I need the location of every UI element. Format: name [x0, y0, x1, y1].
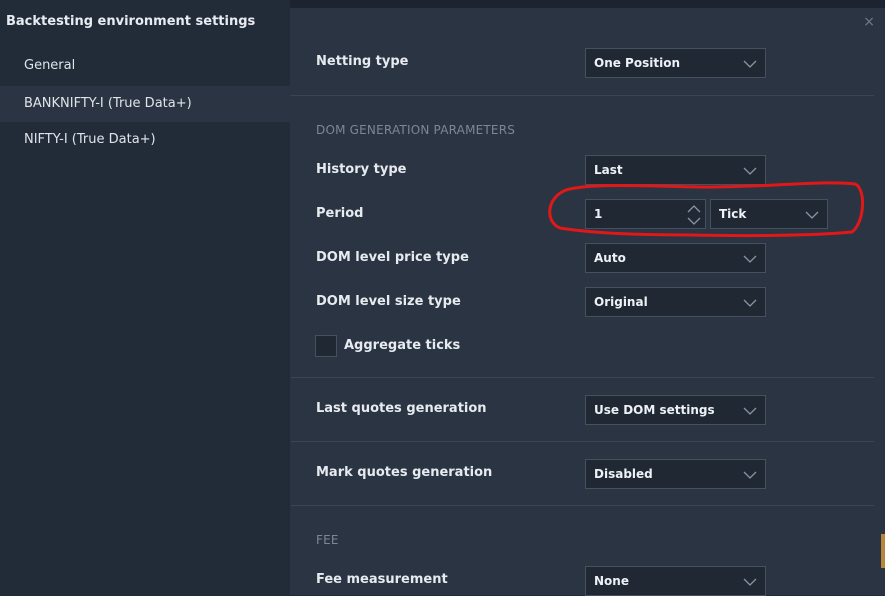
mark-quotes-value: Disabled — [594, 467, 653, 481]
mark-quotes-dropdown[interactable]: Disabled — [585, 459, 766, 489]
divider — [291, 377, 874, 378]
aggregate-ticks-label: Aggregate ticks — [344, 338, 461, 353]
period-unit-dropdown[interactable]: Tick — [710, 199, 828, 229]
sidebar-item-general[interactable]: General — [0, 48, 290, 84]
window-title: Backtesting environment settings — [6, 14, 256, 29]
sidebar: Backtesting environment settings General… — [0, 0, 290, 595]
divider — [291, 505, 874, 506]
chevron-down-icon — [805, 211, 819, 219]
dom-size-type-label: DOM level size type — [316, 294, 461, 309]
dom-price-type-value: Auto — [594, 251, 626, 265]
history-type-dropdown[interactable]: Last — [585, 155, 766, 185]
chevron-down-icon — [743, 471, 757, 479]
chevron-down-icon — [743, 255, 757, 263]
dom-price-type-label: DOM level price type — [316, 250, 469, 265]
chevron-down-icon — [743, 578, 757, 586]
dom-size-type-dropdown[interactable]: Original — [585, 287, 766, 317]
chevron-down-icon — [743, 407, 757, 415]
fee-measurement-value: None — [594, 574, 629, 588]
sidebar-item-nifty[interactable]: NIFTY-I (True Data+) — [0, 122, 290, 158]
mark-quotes-label: Mark quotes generation — [316, 465, 493, 480]
history-type-value: Last — [594, 163, 623, 177]
window-edge-marker — [881, 534, 885, 568]
netting-type-dropdown[interactable]: One Position — [585, 48, 766, 78]
fee-section-heading: FEE — [316, 533, 339, 547]
chevron-down-icon — [743, 167, 757, 175]
chevron-down-icon — [743, 60, 757, 68]
aggregate-ticks-checkbox[interactable] — [315, 335, 337, 357]
last-quotes-label: Last quotes generation — [316, 401, 487, 416]
dom-section-heading: DOM GENERATION PARAMETERS — [316, 123, 516, 137]
close-icon[interactable]: × — [863, 14, 875, 30]
divider — [291, 95, 874, 96]
last-quotes-value: Use DOM settings — [594, 403, 715, 417]
netting-type-value: One Position — [594, 56, 680, 70]
spinner-arrows-icon[interactable] — [686, 202, 702, 228]
dom-size-type-value: Original — [594, 295, 648, 309]
netting-type-label: Netting type — [316, 54, 409, 69]
fee-measurement-label: Fee measurement — [316, 572, 448, 587]
chevron-down-icon — [743, 299, 757, 307]
period-label: Period — [316, 206, 364, 221]
last-quotes-dropdown[interactable]: Use DOM settings — [585, 395, 766, 425]
period-value: 1 — [594, 207, 603, 221]
history-type-label: History type — [316, 162, 407, 177]
dom-price-type-dropdown[interactable]: Auto — [585, 243, 766, 273]
period-stepper[interactable]: 1 — [585, 199, 706, 229]
sidebar-item-banknifty[interactable]: BANKNIFTY-I (True Data+) — [0, 86, 290, 122]
divider — [291, 441, 874, 442]
fee-measurement-dropdown[interactable]: None — [585, 566, 766, 596]
period-unit-value: Tick — [719, 207, 747, 221]
